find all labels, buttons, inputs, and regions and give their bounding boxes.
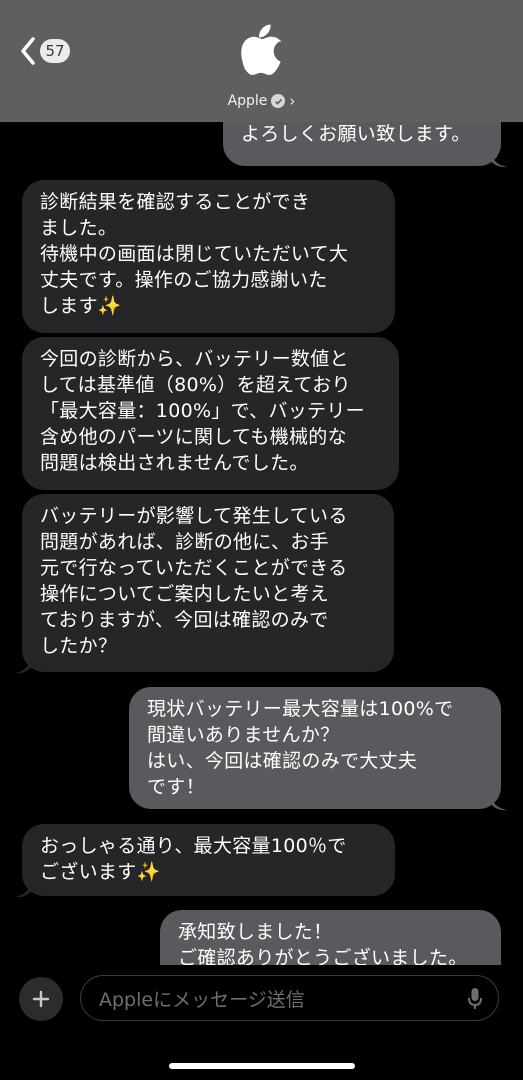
bubble-tail [15, 656, 32, 674]
plus-button[interactable] [19, 977, 63, 1021]
verified-badge-icon [271, 94, 286, 108]
incoming-message[interactable]: 診断結果を確認することができ ました。 待機中の画面は閉じていただいて大 丈夫で… [22, 180, 395, 333]
apple-logo-icon[interactable] [233, 20, 287, 82]
conversation-header: 57 Apple › [0, 0, 523, 122]
message-input[interactable]: Appleにメッセージ送信 [80, 975, 499, 1021]
back-button[interactable]: 57 [20, 34, 80, 68]
back-chevron-icon [21, 37, 35, 65]
outgoing-message[interactable]: 現状バッテリー最大容量は100%で 間違いありませんか？ はい、今回は確認のみで… [129, 687, 501, 809]
chevron-right-icon: › [289, 92, 296, 110]
bubble-tail [490, 793, 507, 811]
contact-name-button[interactable]: Apple › [0, 92, 523, 110]
microphone-icon[interactable] [468, 988, 482, 1010]
outgoing-message[interactable]: 承知致しました！ ご確認ありがとうございました。 [160, 910, 501, 970]
incoming-message[interactable]: 今回の診断から、バッテリー数値と しては基準値（80%）を超えており 「最大容量… [22, 337, 399, 490]
message-input-placeholder: Appleにメッセージ送信 [99, 988, 305, 1011]
message-thread[interactable]: 可能です。 よろしくお願い致します。 診断結果を確認することができ ました。 待… [0, 0, 523, 970]
home-indicator[interactable] [169, 1063, 355, 1069]
incoming-message[interactable]: おっしゃる通り、最大容量100％で ございます✨ [22, 824, 395, 896]
bubble-tail [15, 880, 32, 898]
unread-count-badge: 57 [40, 39, 70, 63]
plus-icon [32, 990, 50, 1008]
contact-name: Apple [227, 93, 268, 109]
incoming-message[interactable]: バッテリーが影響して発生している 問題があれば、診断の他に、お手 元で行なってい… [22, 494, 394, 672]
bubble-tail [490, 150, 507, 168]
